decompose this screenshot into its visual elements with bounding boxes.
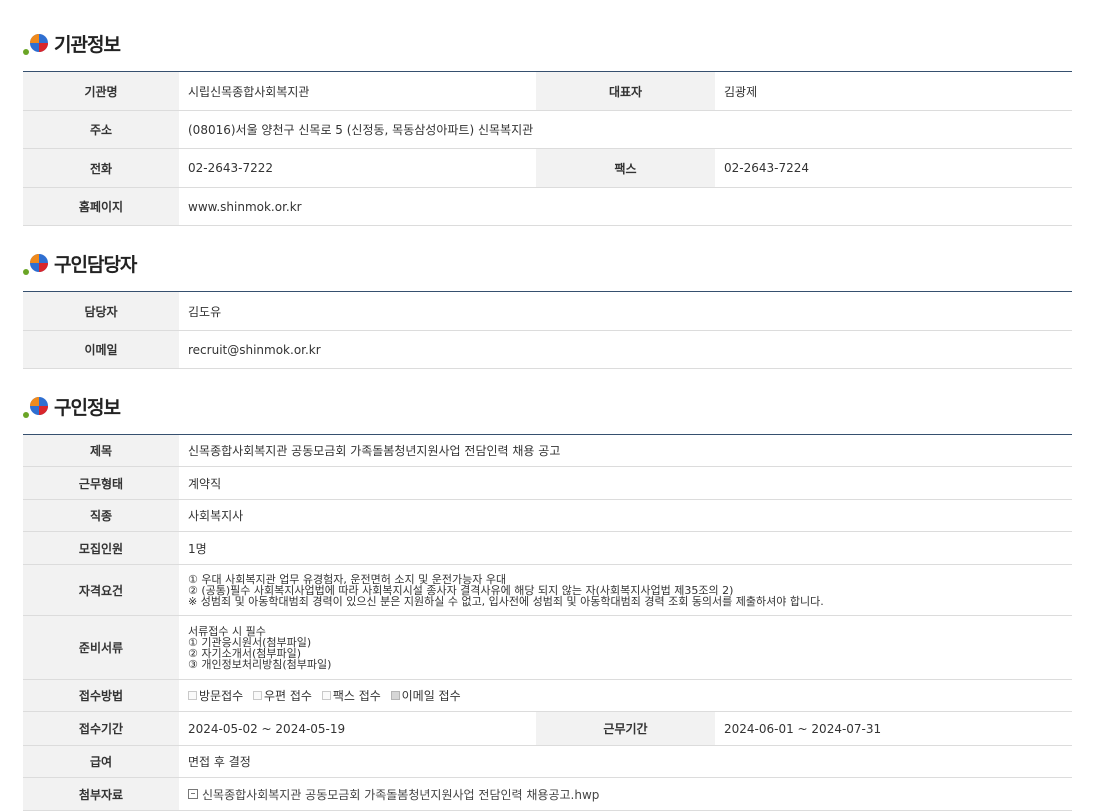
job-docs-label: 준비서류 xyxy=(23,615,179,680)
org-address-value: (08016)서울 양천구 신목로 5 (신정동, 목동삼성아파트) 신목복지관 xyxy=(179,110,1072,149)
table-row: 직종 사회복지사 xyxy=(23,499,1073,532)
method-mail: 우편 접수 xyxy=(253,689,312,703)
table-row: 전화 02-2643-7222 팩스 02-2643-7224 xyxy=(23,148,1072,188)
qual-line: ① 우대 사회복지관 업무 유경험자, 운전면허 소지 및 운전가능자 우대 xyxy=(188,572,507,586)
method-label: 방문접수 xyxy=(199,689,244,703)
job-info-table: 제목 신목종합사회복지관 공동모금회 가족돌봄청년지원사업 전담인력 채용 공고… xyxy=(23,434,1073,811)
org-info-table: 기관명 시립신목종합사회복지관 대표자 김광제 주소 (08016)서울 양천구… xyxy=(23,71,1072,226)
method-visit: 방문접수 xyxy=(188,689,243,703)
contact-person-value: 김도유 xyxy=(179,291,1072,331)
table-row: 접수기간 2024-05-02 ~ 2024-05-19 근무기간 2024-0… xyxy=(23,711,1073,746)
org-name-value: 시립신목종합사회복지관 xyxy=(179,71,536,111)
section-title-org: 기관정보 xyxy=(22,28,121,58)
org-phone-value: 02-2643-7222 xyxy=(179,148,536,188)
checkbox-icon xyxy=(321,691,331,700)
table-row: 첨부자료 신목종합사회복지관 공동모금회 가족돌봄청년지원사업 전담인력 채용공… xyxy=(23,777,1073,811)
job-worktype-value: 계약직 xyxy=(179,466,1073,500)
checkbox-icon xyxy=(188,691,197,700)
table-row: 담당자 김도유 xyxy=(23,291,1072,331)
method-label: 우편 접수 xyxy=(264,689,312,703)
job-headcount-value: 1명 xyxy=(179,531,1073,565)
qual-line: ② (공통)필수 사회복지사업법에 따라 사회복지시설 종사자 결격사유에 해당… xyxy=(188,583,734,597)
table-row: 접수방법 방문접수 우편 접수 팩스 접수 이메일 접수 xyxy=(23,679,1073,712)
contact-email-label: 이메일 xyxy=(23,330,179,369)
section-title-job: 구인정보 xyxy=(22,391,121,421)
table-row: 기관명 시립신목종합사회복지관 대표자 김광제 xyxy=(23,71,1072,111)
table-row: 급여 면접 후 결정 xyxy=(23,745,1073,778)
table-row: 홈페이지 www.shinmok.or.kr xyxy=(23,187,1072,226)
job-work-period-label: 근무기간 xyxy=(536,711,715,746)
section-title-text: 기관정보 xyxy=(54,33,121,56)
section-bullet-icon xyxy=(22,28,52,58)
org-fax-label: 팩스 xyxy=(536,148,715,188)
qual-line: ※ 성범죄 및 아동학대범죄 경력이 있으신 분은 지원하실 수 없고, 입사전… xyxy=(188,594,824,608)
table-row: 이메일 recruit@shinmok.or.kr xyxy=(23,330,1072,369)
contact-info-table: 담당자 김도유 이메일 recruit@shinmok.or.kr xyxy=(23,291,1072,369)
docs-line: ① 기관응시원서(첨부파일) xyxy=(188,635,312,649)
org-rep-label: 대표자 xyxy=(536,71,715,111)
job-position-value: 사회복지사 xyxy=(179,499,1073,532)
section-title-contact: 구인담당자 xyxy=(22,248,137,278)
job-qual-value: ① 우대 사회복지관 업무 유경험자, 운전면허 소지 및 운전가능자 우대 ②… xyxy=(179,564,1073,616)
section-bullet-icon xyxy=(22,248,52,278)
table-row: 근무형태 계약직 xyxy=(23,466,1073,500)
job-qual-label: 자격요건 xyxy=(23,564,179,616)
job-subject-label: 제목 xyxy=(23,434,179,467)
org-address-label: 주소 xyxy=(23,110,179,149)
table-row: 제목 신목종합사회복지관 공동모금회 가족돌봄청년지원사업 전담인력 채용 공고 xyxy=(23,434,1073,467)
docs-line: ② 자기소개서(첨부파일) xyxy=(188,646,302,660)
org-homepage-value: www.shinmok.or.kr xyxy=(179,187,1072,226)
table-row: 모집인원 1명 xyxy=(23,531,1073,565)
org-fax-value: 02-2643-7224 xyxy=(715,148,1072,188)
table-row: 자격요건 ① 우대 사회복지관 업무 유경험자, 운전면허 소지 및 운전가능자… xyxy=(23,564,1073,616)
section-title-text: 구인담당자 xyxy=(54,253,137,276)
job-worktype-label: 근무형태 xyxy=(23,466,179,500)
contact-person-label: 담당자 xyxy=(23,291,179,331)
job-salary-label: 급여 xyxy=(23,745,179,778)
docs-line: ③ 개인정보처리방침(첨부파일) xyxy=(188,657,332,671)
job-headcount-label: 모집인원 xyxy=(23,531,179,565)
job-attach-label: 첨부자료 xyxy=(23,777,179,811)
org-name-label: 기관명 xyxy=(23,71,179,111)
checkbox-checked-icon xyxy=(390,691,400,700)
job-work-period-value: 2024-06-01 ~ 2024-07-31 xyxy=(715,711,1073,746)
method-label: 팩스 접수 xyxy=(332,689,381,703)
docs-line: 서류접수 시 필수 xyxy=(188,624,266,638)
checkbox-icon xyxy=(253,691,262,700)
job-docs-value: 서류접수 시 필수 ① 기관응시원서(첨부파일) ② 자기소개서(첨부파일) ③… xyxy=(179,615,1073,680)
job-apply-period-label: 접수기간 xyxy=(23,711,179,746)
job-subject-value: 신목종합사회복지관 공동모금회 가족돌봄청년지원사업 전담인력 채용 공고 xyxy=(179,434,1073,467)
table-row: 주소 (08016)서울 양천구 신목로 5 (신정동, 목동삼성아파트) 신목… xyxy=(23,110,1072,149)
job-position-label: 직종 xyxy=(23,499,179,532)
section-title-text: 구인정보 xyxy=(54,396,121,419)
file-icon xyxy=(188,789,198,799)
method-fax: 팩스 접수 xyxy=(321,689,381,703)
job-attach-value: 신목종합사회복지관 공동모금회 가족돌봄청년지원사업 전담인력 채용공고.hwp xyxy=(179,777,1073,811)
attachment-link[interactable]: 신목종합사회복지관 공동모금회 가족돌봄청년지원사업 전담인력 채용공고.hwp xyxy=(202,788,599,802)
org-homepage-label: 홈페이지 xyxy=(23,187,179,226)
method-label: 이메일 접수 xyxy=(401,689,461,703)
contact-email-value: recruit@shinmok.or.kr xyxy=(179,330,1072,369)
section-bullet-icon xyxy=(22,391,52,421)
job-method-value: 방문접수 우편 접수 팩스 접수 이메일 접수 xyxy=(179,679,1073,712)
method-email: 이메일 접수 xyxy=(390,689,461,703)
job-salary-value: 면접 후 결정 xyxy=(179,745,1073,778)
job-method-label: 접수방법 xyxy=(23,679,179,712)
org-rep-value: 김광제 xyxy=(715,71,1072,111)
org-phone-label: 전화 xyxy=(23,148,179,188)
job-apply-period-value: 2024-05-02 ~ 2024-05-19 xyxy=(179,711,536,746)
table-row: 준비서류 서류접수 시 필수 ① 기관응시원서(첨부파일) ② 자기소개서(첨부… xyxy=(23,615,1073,680)
